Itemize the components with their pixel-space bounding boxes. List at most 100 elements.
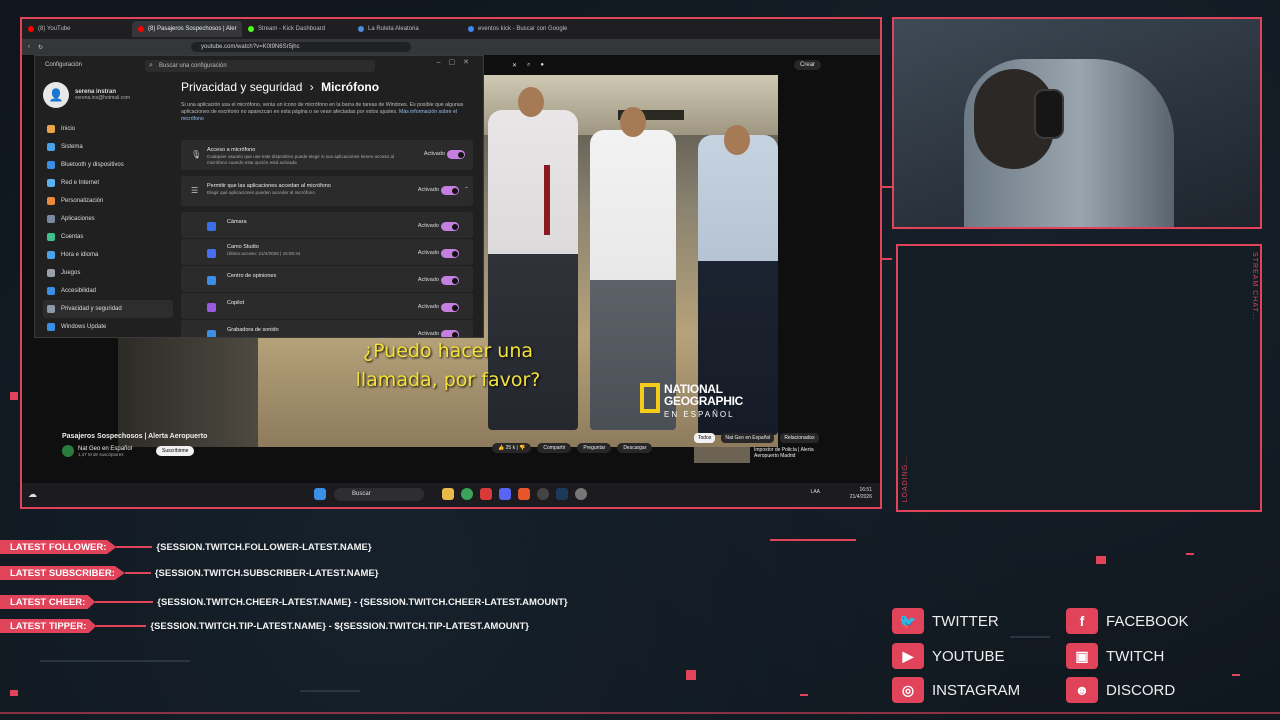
headphones-icon [1034, 89, 1064, 139]
camo-toggle[interactable] [441, 249, 459, 258]
stat-divider [116, 546, 153, 548]
chat-frame: STREAM CHAT... LOADING... [896, 244, 1262, 512]
breadcrumb-separator: › [309, 80, 314, 94]
settings-window: Configuración ⌕ Buscar una configuración… [34, 55, 484, 338]
browser-tab[interactable]: La Ruleta Aleatoria [352, 21, 462, 37]
video-info: Pasajeros Sospechosos | Alerta Aeropuert… [62, 433, 862, 483]
latest-tipper: LATEST TIPPER: {SESSION.TWITCH.TIP-LATES… [0, 619, 529, 633]
grabadora-toggle[interactable] [441, 330, 459, 337]
stat-value: {SESSION.TWITCH.FOLLOWER-LATEST.NAME} [156, 541, 372, 553]
nav-item-personalizacion[interactable]: Personalización [43, 192, 173, 210]
brave-icon[interactable] [518, 488, 530, 500]
mic-access-toggle[interactable] [447, 150, 465, 159]
taskbar-search[interactable]: Buscar [334, 488, 424, 501]
discord-app-icon[interactable] [499, 488, 511, 500]
ask-button[interactable]: Preguntar [577, 443, 612, 453]
browser-tab[interactable]: Stream - Kick Dashboard [242, 21, 352, 37]
stat-label: LATEST TIPPER: [0, 619, 97, 633]
accessibility-icon [47, 287, 55, 295]
discord-icon: ☻ [1066, 677, 1098, 703]
url-field[interactable]: youtube.com/watch?v=K0t9N6Sr5jhc [191, 42, 412, 52]
search-icon[interactable]: ⌕ [527, 62, 530, 69]
chip-all[interactable]: Todos [694, 433, 716, 443]
microphone-icon[interactable]: ● [540, 62, 544, 68]
row-title: Acceso a micrófono [207, 147, 256, 153]
breadcrumb-parent[interactable]: Privacidad y seguridad [181, 80, 302, 94]
language-indicator[interactable]: LAA [811, 489, 820, 495]
recommended-video[interactable]: Impostor de Policía | Alerta Aeropuerto … [694, 447, 834, 463]
camara-toggle[interactable] [441, 222, 459, 231]
browser-tab-active[interactable]: (8) Pasajeros Sospechosos | Aler [132, 21, 242, 37]
nav-item-windows-update[interactable]: Windows Update [43, 318, 173, 336]
browser-tab[interactable]: (8) YouTube [22, 21, 132, 37]
nav-item-red[interactable]: Red e Internet [43, 174, 173, 192]
nav-item-sistema[interactable]: Sistema [43, 138, 173, 156]
chip-related[interactable]: Relacionados [780, 433, 819, 443]
nav-item-accesibilidad[interactable]: Accesibilidad [43, 282, 173, 300]
channel-name[interactable]: Nat Geo en Español [78, 446, 132, 452]
reload-icon[interactable]: ↻ [38, 44, 43, 51]
social-facebook[interactable]: f FACEBOOK [1066, 608, 1189, 634]
social-twitch[interactable]: ▣ TWITCH [1066, 643, 1164, 669]
chrome-icon[interactable] [461, 488, 473, 500]
deco-line [1010, 636, 1050, 638]
centro-toggle[interactable] [441, 276, 459, 285]
recorder-app-icon [207, 330, 216, 337]
video-head [724, 125, 750, 155]
video-tie [544, 165, 550, 235]
camo-app-icon [207, 249, 216, 258]
channel-row: Nat Geo en Español 1,47 M de suscriptore… [62, 445, 195, 457]
latest-follower: LATEST FOLLOWER: {SESSION.TWITCH.FOLLOWE… [0, 540, 372, 554]
steam-icon[interactable] [556, 488, 568, 500]
browser-tab[interactable]: eventos kick - Buscar con Google [462, 21, 572, 37]
widgets-icon[interactable]: ☁ [28, 489, 37, 500]
social-twitter[interactable]: 🐦 TWITTER [892, 608, 999, 634]
window-controls[interactable]: –▢✕ [437, 58, 477, 66]
nav-item-cuentas[interactable]: Cuentas [43, 228, 173, 246]
create-button[interactable]: Crear [794, 60, 822, 70]
nav-item-aplicaciones[interactable]: Aplicaciones [43, 210, 173, 228]
update-icon [47, 323, 55, 331]
account-icon [47, 233, 55, 241]
social-discord[interactable]: ☻ DISCORD [1066, 677, 1175, 703]
app-access-toggle[interactable] [441, 186, 459, 195]
nav-item-hora[interactable]: Hora e idioma [43, 246, 173, 264]
nav-item-inicio[interactable]: Inicio [43, 120, 173, 138]
recommended-title: Impostor de Policía | Alerta Aeropuerto … [754, 447, 814, 459]
row-subtitle: Cualquier usuario que use este dispositi… [207, 154, 394, 165]
pdf-icon[interactable] [480, 488, 492, 500]
copilot-toggle[interactable] [441, 303, 459, 312]
user-profile[interactable]: 👤 serena instran serena.ins@hotmail.com [43, 82, 130, 108]
apps-icon [47, 215, 55, 223]
deco-line [800, 694, 808, 696]
start-icon[interactable] [314, 488, 326, 500]
social-instagram[interactable]: ◎ INSTAGRAM [892, 677, 1020, 703]
file-explorer-icon[interactable] [442, 488, 454, 500]
chip-channel[interactable]: Nat Geo en Español [721, 433, 775, 443]
nav-item-juegos[interactable]: Juegos [43, 264, 173, 282]
clock[interactable]: 16:51 21/4/2026 [850, 487, 872, 501]
chevron-up-icon[interactable]: ⌃ [464, 186, 469, 193]
nav-item-privacidad[interactable]: Privacidad y seguridad [43, 300, 173, 318]
stat-divider [124, 572, 151, 574]
settings-search-input[interactable]: ⌕ Buscar una configuración [145, 60, 375, 72]
app-name: Centro de opiniones [227, 273, 277, 279]
back-icon[interactable]: ‹ [28, 44, 30, 50]
nav-label: Windows Update [61, 324, 107, 330]
close-search-icon[interactable]: ✕ [512, 62, 517, 69]
nav-item-bluetooth[interactable]: Bluetooth y dispositivos [43, 156, 173, 174]
subscribe-button[interactable]: Suscribirme [156, 446, 195, 456]
obs-icon[interactable] [537, 488, 549, 500]
channel-avatar[interactable] [62, 445, 74, 457]
video-subtitle: ¿Puedo hacer una llamada, por favor? [338, 337, 558, 395]
settings-title: Configuración [45, 62, 83, 68]
like-button[interactable]: 👍 25 k | 👎 [492, 443, 532, 453]
social-label: DISCORD [1106, 681, 1176, 699]
share-button[interactable]: Compartir [537, 443, 572, 453]
social-youtube[interactable]: ▶ YOUTUBE [892, 643, 1005, 669]
download-button[interactable]: Descargar [617, 443, 653, 453]
clock-date: 21/4/2026 [849, 494, 872, 500]
home-icon [47, 125, 55, 133]
settings-gear-icon[interactable] [575, 488, 587, 500]
app-row-camo: Camo Studio Último acceso: 21/4/2026 | 1… [181, 239, 473, 265]
